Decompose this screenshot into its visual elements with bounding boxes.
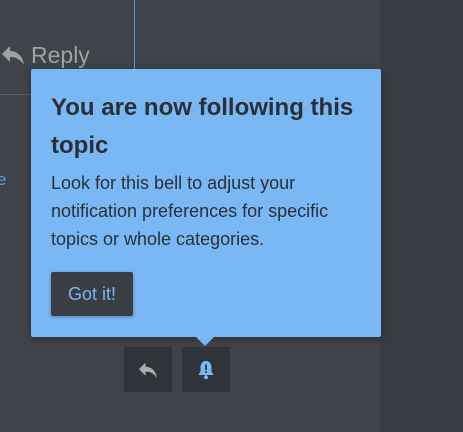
- timeline-line: [134, 0, 135, 70]
- truncated-link[interactable]: e: [0, 170, 6, 190]
- reply-icon: [139, 362, 157, 378]
- got-it-button[interactable]: Got it!: [51, 272, 133, 316]
- tooltip-body: Look for this bell to adjust your notifi…: [51, 173, 329, 249]
- post-reply-button[interactable]: Reply: [0, 40, 90, 70]
- post-reply-label: Reply: [31, 41, 90, 68]
- topic-reply-button[interactable]: [124, 347, 172, 392]
- right-sidebar: [380, 0, 463, 432]
- post-divider: [0, 94, 32, 95]
- reply-icon: [2, 46, 24, 65]
- tooltip-arrow: [196, 337, 214, 346]
- following-topic-tooltip: You are now following this topic Look fo…: [31, 69, 381, 337]
- bell-alert-icon: [198, 360, 214, 379]
- notification-bell-button[interactable]: [182, 347, 230, 392]
- tooltip-title: You are now following this topic: [51, 94, 354, 159]
